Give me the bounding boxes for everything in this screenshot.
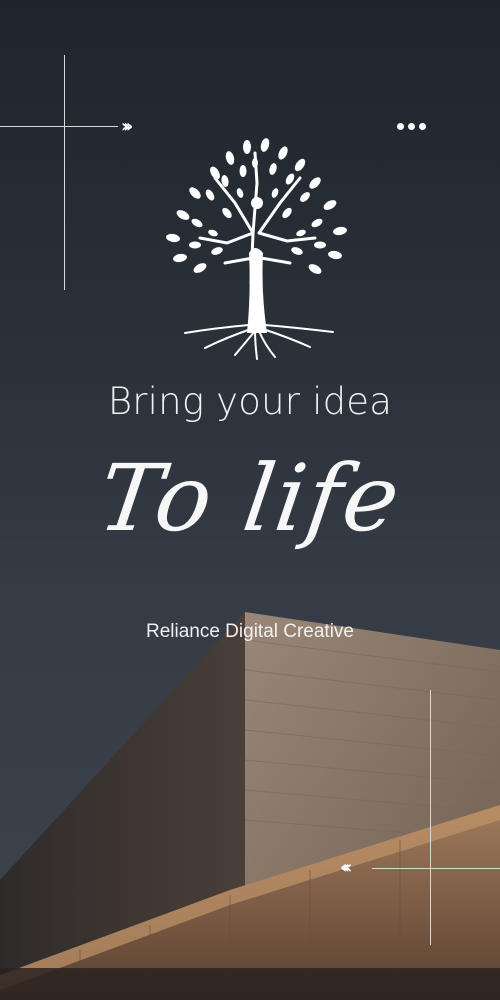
script-title: To life [92,445,408,552]
headline: Bring your idea [107,380,393,423]
bottom-right-vertical-line [430,690,431,945]
top-left-vertical-line [64,55,65,290]
bottom-right-horizontal-line [372,868,500,869]
top-left-horizontal-line [0,126,118,127]
tree-of-life-icon [166,138,347,360]
poster: ››› ‹‹‹ Bring your idea To life Reliance… [0,0,500,1000]
chevrons-right-icon: ››› [121,116,133,137]
more-dots-icon[interactable] [397,117,431,130]
chevrons-left-icon: ‹‹‹ [340,857,352,878]
brand-name: Reliance Digital Creative [145,621,355,642]
